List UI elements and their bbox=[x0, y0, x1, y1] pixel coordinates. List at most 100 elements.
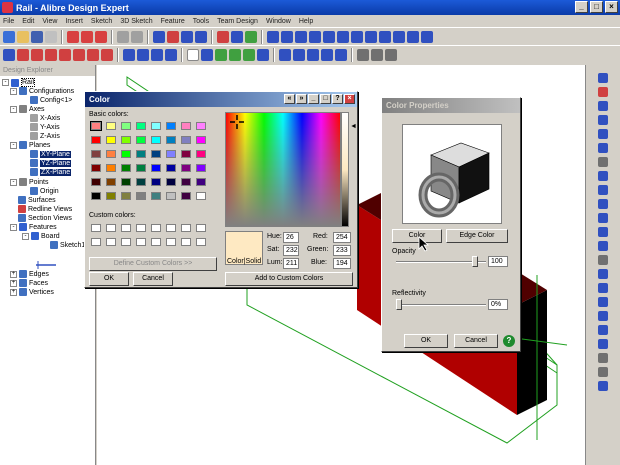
tree-vertices[interactable]: Vertices bbox=[29, 289, 54, 296]
tool-icon[interactable] bbox=[598, 227, 608, 237]
arc-icon[interactable] bbox=[45, 48, 57, 61]
help-icon[interactable]: ? bbox=[332, 94, 343, 104]
luminance-arrow-icon[interactable]: ◄ bbox=[350, 123, 357, 130]
basic-color-swatch[interactable] bbox=[151, 150, 161, 158]
tool-icon[interactable] bbox=[598, 381, 608, 391]
rectangle-icon[interactable] bbox=[31, 48, 43, 61]
tool-icon[interactable] bbox=[598, 157, 608, 167]
save-icon[interactable] bbox=[31, 30, 43, 43]
basic-color-swatch[interactable] bbox=[136, 178, 146, 186]
basic-color-swatch[interactable] bbox=[166, 122, 176, 130]
custom-color-swatch[interactable] bbox=[136, 224, 146, 232]
basic-color-swatch[interactable] bbox=[91, 192, 101, 200]
custom-color-swatch[interactable] bbox=[181, 224, 191, 232]
tool-icon[interactable] bbox=[598, 311, 608, 321]
feature-icon[interactable] bbox=[421, 30, 433, 43]
basic-color-swatch[interactable] bbox=[91, 150, 101, 158]
zoom-fit-icon[interactable] bbox=[243, 48, 255, 61]
view-icon[interactable] bbox=[335, 48, 347, 61]
menu-edit[interactable]: Edit bbox=[22, 18, 34, 25]
custom-color-swatch[interactable] bbox=[136, 238, 146, 246]
tree-y-axis[interactable]: Y-Axis bbox=[40, 124, 60, 131]
copy-icon[interactable] bbox=[81, 30, 93, 43]
line-icon[interactable] bbox=[3, 48, 15, 61]
back-icon[interactable]: « bbox=[284, 94, 295, 104]
custom-color-swatch[interactable] bbox=[91, 238, 101, 246]
redo-icon[interactable] bbox=[131, 30, 143, 43]
tool-icon[interactable] bbox=[598, 73, 608, 83]
undo-icon[interactable] bbox=[117, 30, 129, 43]
expand-icon[interactable]: + bbox=[10, 288, 17, 296]
tool-icon[interactable] bbox=[598, 353, 608, 363]
luminance-bar[interactable] bbox=[341, 112, 349, 227]
custom-color-swatch[interactable] bbox=[106, 238, 116, 246]
tree-xy-plane[interactable]: XY-Plane bbox=[40, 150, 71, 158]
menu-3d-sketch[interactable]: 3D Sketch bbox=[120, 18, 152, 25]
basic-color-swatch[interactable] bbox=[121, 164, 131, 172]
green-input[interactable]: 233 bbox=[333, 245, 351, 256]
tool-icon[interactable] bbox=[598, 283, 608, 293]
feature-icon[interactable] bbox=[407, 30, 419, 43]
collapse-icon[interactable]: - bbox=[10, 105, 17, 113]
render-icon[interactable] bbox=[371, 48, 383, 61]
tree-configurations[interactable]: Configurations bbox=[29, 88, 74, 95]
basic-color-swatch[interactable] bbox=[136, 150, 146, 158]
basic-color-swatch[interactable] bbox=[166, 136, 176, 144]
close-icon[interactable]: × bbox=[344, 94, 355, 104]
tree-board[interactable]: Board bbox=[41, 233, 60, 240]
basic-color-swatch[interactable] bbox=[181, 150, 191, 158]
basic-color-swatch[interactable] bbox=[136, 192, 146, 200]
basic-color-swatch[interactable] bbox=[121, 122, 131, 130]
reflectivity-input[interactable]: 0% bbox=[488, 299, 508, 310]
basic-color-swatch[interactable] bbox=[181, 178, 191, 186]
maximize-button[interactable]: □ bbox=[590, 1, 603, 13]
zoom-in-icon[interactable] bbox=[215, 48, 227, 61]
tree-config1[interactable]: Config<1> bbox=[40, 97, 72, 104]
basic-color-swatch[interactable] bbox=[181, 122, 191, 130]
render-icon[interactable] bbox=[357, 48, 369, 61]
help-icon[interactable]: ? bbox=[503, 335, 515, 347]
menu-view[interactable]: View bbox=[42, 18, 57, 25]
tree-zx-plane[interactable]: ZX-Plane bbox=[40, 168, 72, 176]
extrude-icon[interactable] bbox=[167, 30, 179, 43]
tree-origin[interactable]: Origin bbox=[40, 188, 59, 195]
define-custom-colors-button[interactable]: Define Custom Colors >> bbox=[89, 257, 217, 271]
basic-color-swatch[interactable] bbox=[166, 150, 176, 158]
constraint-icon[interactable] bbox=[137, 48, 149, 61]
open-icon[interactable] bbox=[17, 30, 29, 43]
tool-icon[interactable] bbox=[598, 269, 608, 279]
rotate-icon[interactable] bbox=[257, 48, 269, 61]
custom-color-swatch[interactable] bbox=[196, 238, 206, 246]
loft-icon[interactable] bbox=[231, 30, 243, 43]
menu-insert[interactable]: Insert bbox=[65, 18, 83, 25]
feature-icon[interactable] bbox=[281, 30, 293, 43]
trim-icon[interactable] bbox=[101, 48, 113, 61]
tree-z-axis[interactable]: Z-Axis bbox=[40, 133, 60, 140]
feature-icon[interactable] bbox=[379, 30, 391, 43]
lum-input[interactable]: 211 bbox=[283, 258, 299, 269]
tool-icon[interactable] bbox=[598, 185, 608, 195]
color-ok-button[interactable]: OK bbox=[89, 272, 129, 286]
basic-color-swatch[interactable] bbox=[90, 121, 102, 131]
custom-color-swatch[interactable] bbox=[196, 224, 206, 232]
collapse-icon[interactable]: - bbox=[22, 232, 29, 240]
menu-file[interactable]: File bbox=[3, 18, 14, 25]
custom-color-swatch[interactable] bbox=[151, 224, 161, 232]
tree-yz-plane[interactable]: YZ-Plane bbox=[40, 159, 72, 167]
basic-color-swatch[interactable] bbox=[151, 136, 161, 144]
collapse-icon[interactable]: - bbox=[10, 87, 17, 95]
basic-color-swatch[interactable] bbox=[151, 192, 161, 200]
blue-input[interactable]: 194 bbox=[333, 258, 351, 269]
basic-color-swatch[interactable] bbox=[196, 178, 206, 186]
custom-color-swatch[interactable] bbox=[166, 224, 176, 232]
point-icon[interactable] bbox=[87, 48, 99, 61]
view-icon[interactable] bbox=[321, 48, 333, 61]
minimize-icon[interactable]: _ bbox=[308, 94, 319, 104]
color-spectrum[interactable] bbox=[225, 112, 341, 227]
pan-icon[interactable] bbox=[201, 48, 213, 61]
basic-color-swatch[interactable] bbox=[196, 192, 206, 200]
feature-icon[interactable] bbox=[295, 30, 307, 43]
collapse-icon[interactable]: - bbox=[10, 178, 17, 186]
basic-color-swatch[interactable] bbox=[121, 136, 131, 144]
basic-color-swatch[interactable] bbox=[166, 178, 176, 186]
